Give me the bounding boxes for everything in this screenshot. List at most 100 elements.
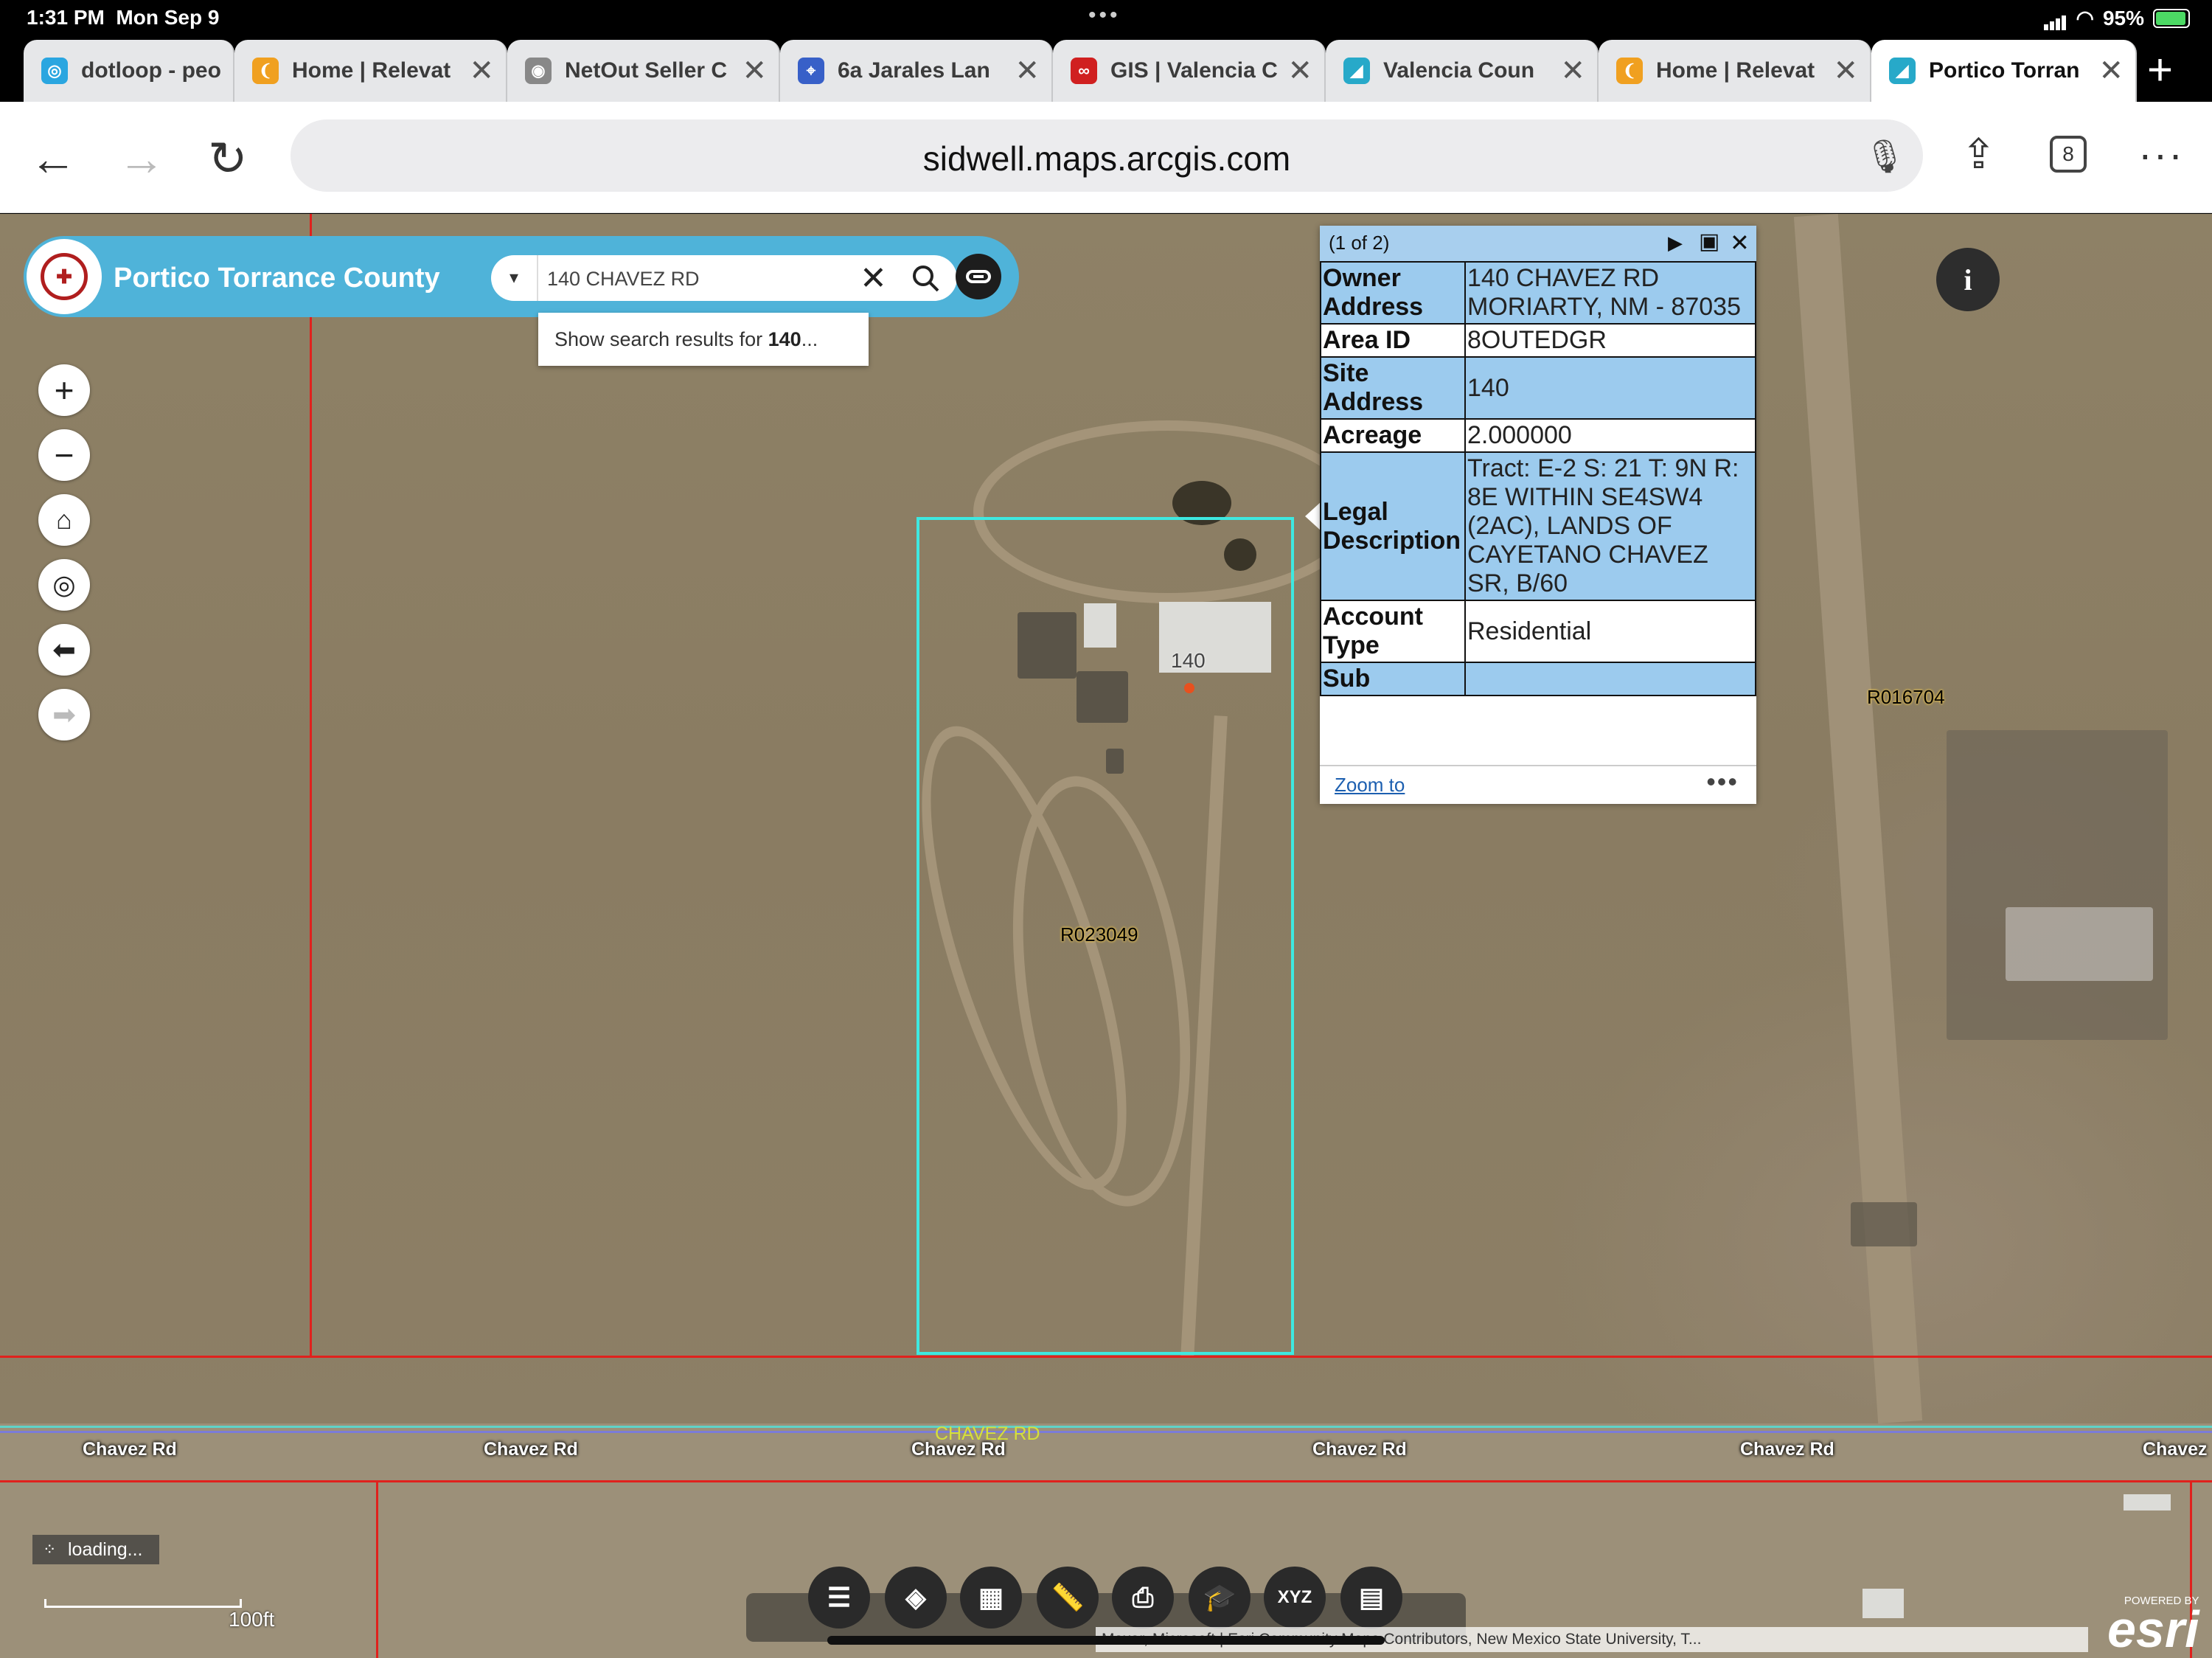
popup-header: (1 of 2) ▶ ▣ ✕ <box>1320 226 1756 261</box>
debris-yard <box>2006 907 2153 981</box>
layers-icon[interactable]: ◈ <box>885 1567 947 1628</box>
attr-key: Acreage <box>1320 418 1466 453</box>
tab-1[interactable]: ❨ Home | Relevat ✕ <box>234 40 507 102</box>
battery-icon <box>2153 8 2190 28</box>
coordinate-tool-button[interactable]: XYZ <box>1264 1567 1326 1628</box>
more-menu-icon[interactable]: ··· <box>2138 130 2184 178</box>
parcel-id-label: R023049 <box>1060 923 1138 946</box>
table-row: Legal Description Tract: E-2 S: 21 T: 9N … <box>1320 451 1756 601</box>
popup-pointer <box>1305 502 1321 531</box>
maximize-icon[interactable]: ▣ <box>1699 229 1719 254</box>
loading-indicator: ⁘ loading... <box>32 1535 159 1564</box>
forward-arrow-icon[interactable]: → <box>118 131 165 186</box>
attr-key: Legal Description <box>1320 451 1466 601</box>
zoom-to-link[interactable]: Zoom to <box>1335 774 1405 797</box>
tab-7-active[interactable]: ◢ Portico Torran ✕ <box>1871 40 2137 102</box>
county-seal-icon: ✚ <box>41 253 88 300</box>
previous-extent-icon[interactable]: ⬅ <box>38 624 90 676</box>
tab-strip: ◎ dotloop - peo ❨ Home | Relevat ✕ ◉ Net… <box>0 40 2212 102</box>
tutorial-icon[interactable]: 🎓 <box>1189 1567 1251 1628</box>
scale-bar <box>44 1599 242 1608</box>
browser-toolbar: ← → ↻ sidwell.maps.arcgis.com 🎙 ⇪ 8 ··· <box>0 102 2212 213</box>
more-actions-icon[interactable]: ••• <box>1706 766 1739 797</box>
attr-value: 2.000000 <box>1464 418 1756 453</box>
home-indicator[interactable] <box>827 1636 1385 1645</box>
clear-search-icon[interactable]: ✕ <box>860 260 887 297</box>
table-row: Account Type Residential <box>1320 600 1756 663</box>
popup-footer: Zoom to ••• <box>1320 765 1756 804</box>
cellular-signal-icon <box>2043 7 2067 30</box>
tab-2[interactable]: ◉ NetOut Seller C ✕ <box>507 40 780 102</box>
microphone-icon[interactable]: 🎙 <box>1864 137 1905 176</box>
tab-6[interactable]: ❨ Home | Relevat ✕ <box>1599 40 1871 102</box>
parcel-boundary <box>310 214 312 1357</box>
table-row: Sub <box>1320 662 1756 696</box>
tab-title: dotloop - peo <box>81 58 221 83</box>
tab-close-icon[interactable]: ✕ <box>1287 54 1312 88</box>
tab-count-button[interactable]: 8 <box>2050 136 2087 173</box>
county-logo: ✚ <box>27 239 102 314</box>
tab-favicon-icon: ◎ <box>41 58 68 84</box>
home-icon[interactable]: ⌂ <box>38 494 90 546</box>
legend-list-icon[interactable]: ☰ <box>808 1567 870 1628</box>
attr-key: Owner Address <box>1320 261 1466 325</box>
tab-close-icon[interactable]: ✕ <box>1015 54 1040 88</box>
next-extent-icon[interactable]: ➡ <box>38 689 90 740</box>
search-input[interactable] <box>546 263 829 295</box>
shed-roof <box>1863 1589 1904 1618</box>
next-feature-icon[interactable]: ▶ <box>1668 232 1683 254</box>
map-view[interactable]: 140 R023049 R016704 CHAVEZ RD Chavez Rd … <box>0 214 2212 1658</box>
parcel-boundary <box>0 1480 2212 1482</box>
tab-title: Portico Torran <box>1929 58 2080 83</box>
url-text: sidwell.maps.arcgis.com <box>922 139 1291 178</box>
status-right: ◠ 95% <box>2043 6 2190 30</box>
esri-logo: POWERED BY esri <box>2107 1595 2199 1658</box>
parcel-id-label: R016704 <box>1867 686 1945 708</box>
tab-close-icon[interactable]: ✕ <box>1833 54 1858 88</box>
close-popup-icon[interactable]: ✕ <box>1730 229 1750 257</box>
status-bar: 1:31 PM Mon Sep 9 ••• ◠ 95% <box>0 0 2212 40</box>
locate-icon[interactable]: ◎ <box>38 559 90 611</box>
search-source-dropdown[interactable]: ▾ <box>491 255 538 301</box>
tab-favicon-icon: ⌖ <box>798 58 824 84</box>
spinner-icon: ⁘ <box>43 1540 57 1558</box>
basemap-gallery-icon[interactable]: ▦ <box>960 1567 1022 1628</box>
road-label: Chavez <box>2143 1439 2208 1460</box>
search-suggestion[interactable]: Show search results for 140... <box>538 313 869 366</box>
tab-close-icon[interactable]: ✕ <box>469 54 494 88</box>
search-icon[interactable] <box>910 263 942 299</box>
table-row: Area ID 8OUTEDGR <box>1320 323 1756 358</box>
reload-icon[interactable]: ↻ <box>208 131 248 187</box>
tab-title: 6a Jarales Lan <box>838 58 990 83</box>
search-box: ▾ ✕ <box>491 255 957 301</box>
new-tab-icon[interactable]: + <box>2147 44 2173 95</box>
share-icon[interactable]: ⇪ <box>1961 130 1996 178</box>
zoom-in-button[interactable]: + <box>38 364 90 416</box>
tab-close-icon[interactable]: ✕ <box>1560 54 1585 88</box>
feature-popup: (1 of 2) ▶ ▣ ✕ Owner Address 140 CHAVEZ R… <box>1320 226 1756 804</box>
info-icon[interactable]: i <box>1936 248 2000 311</box>
print-icon[interactable]: ⎙ <box>1112 1567 1174 1628</box>
address-label: 140 <box>1171 649 1206 672</box>
popup-content[interactable]: Owner Address 140 CHAVEZ RD MORIARTY, NM … <box>1320 261 1756 765</box>
app-header: ✚ Portico Torrance County ▾ ✕ <box>24 236 1019 317</box>
measure-ruler-icon[interactable]: 📏 <box>1037 1567 1099 1628</box>
share-link-button[interactable] <box>956 254 1001 299</box>
tab-favicon-icon: ◢ <box>1343 58 1370 84</box>
table-row: Owner Address 140 CHAVEZ RD MORIARTY, NM … <box>1320 261 1756 325</box>
attribute-table-icon[interactable]: ▤ <box>1340 1567 1402 1628</box>
tab-5[interactable]: ◢ Valencia Coun ✕ <box>1326 40 1599 102</box>
zoom-out-button[interactable]: − <box>38 429 90 481</box>
tab-close-icon[interactable]: ✕ <box>742 54 767 88</box>
status-time: 1:31 PM Mon Sep 9 <box>27 6 220 29</box>
attr-value: 8OUTEDGR <box>1464 323 1756 358</box>
tab-title: Home | Relevat <box>292 58 451 83</box>
tab-3[interactable]: ⌖ 6a Jarales Lan ✕ <box>780 40 1053 102</box>
multitask-dots-icon[interactable]: ••• <box>1088 3 1121 28</box>
tab-0[interactable]: ◎ dotloop - peo <box>24 40 234 102</box>
address-bar[interactable]: sidwell.maps.arcgis.com 🎙 <box>291 119 1923 192</box>
tab-4[interactable]: ∞ GIS | Valencia C ✕ <box>1053 40 1326 102</box>
tab-close-icon[interactable]: ✕ <box>2098 54 2124 88</box>
tab-favicon-icon: ◢ <box>1889 58 1916 84</box>
back-arrow-icon[interactable]: ← <box>29 131 77 186</box>
